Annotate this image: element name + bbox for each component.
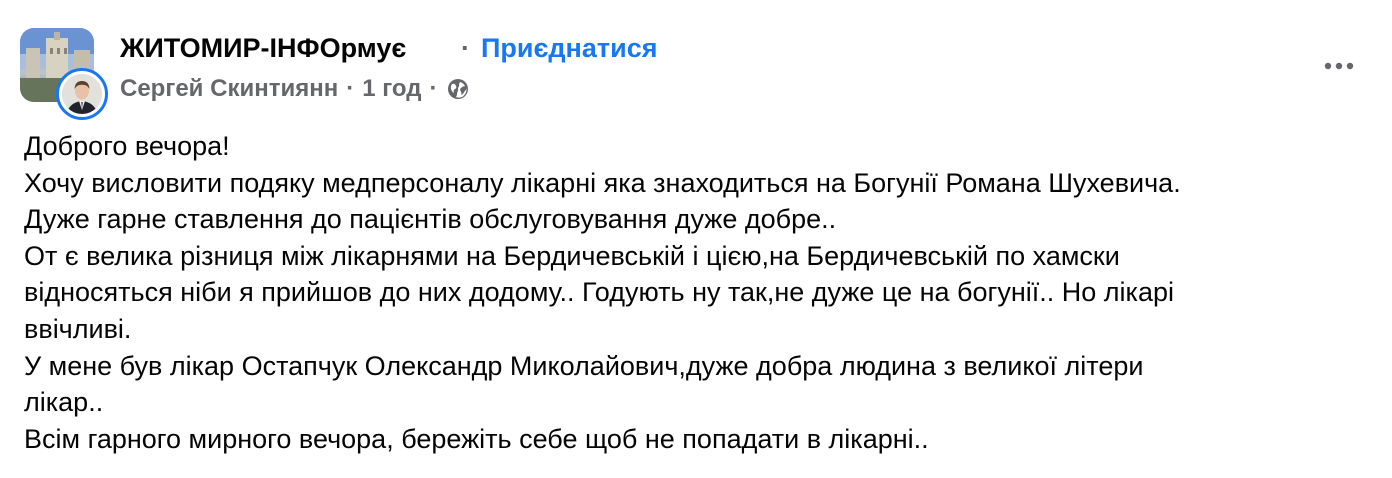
post-timestamp[interactable]: 1 год — [362, 75, 421, 103]
post-text-line: Всім гарного мирного вечора, бережіть се… — [24, 423, 929, 454]
avatar-group — [20, 28, 108, 120]
post-text-line: Хочу висловити подяку медперсоналу лікар… — [24, 167, 1181, 198]
facebook-post: ЖИТОМИР-ІНФОрмує · Приєднатися Сергей Ск… — [0, 0, 1392, 478]
group-name-link[interactable]: ЖИТОМИР-ІНФОрмує — [120, 33, 406, 64]
more-horizontal-icon[interactable] — [1320, 52, 1360, 80]
post-text-line: лікар.. — [24, 387, 104, 418]
meta-separator: · — [429, 75, 438, 102]
author-avatar[interactable] — [56, 68, 108, 120]
author-name-link[interactable]: Сергей Скинтиянн — [120, 75, 338, 103]
post-meta: Сергей Скинтиянн · 1 год · — [120, 75, 469, 103]
meta-separator: · — [346, 75, 355, 102]
post-text-line: відносяться ніби я прийшов до них додому… — [24, 277, 1174, 308]
header-separator: · — [461, 33, 470, 63]
post-text-line: ввічливі. — [24, 313, 132, 344]
post-text-line: От є велика різниця між лікарнями на Бер… — [24, 240, 1120, 271]
join-group-button[interactable]: Приєднатися — [481, 33, 657, 64]
post-body: Доброго вечора! Хочу висловити подяку ме… — [24, 128, 1374, 457]
post-text-line: У мене був лікар Остапчук Олександр Мико… — [24, 350, 1144, 381]
post-text-line: Дуже гарне ставлення до пацієнтів обслуг… — [24, 204, 837, 235]
post-text-line: Доброго вечора! — [24, 131, 230, 161]
globe-icon — [447, 78, 469, 100]
author-photo — [62, 74, 102, 114]
